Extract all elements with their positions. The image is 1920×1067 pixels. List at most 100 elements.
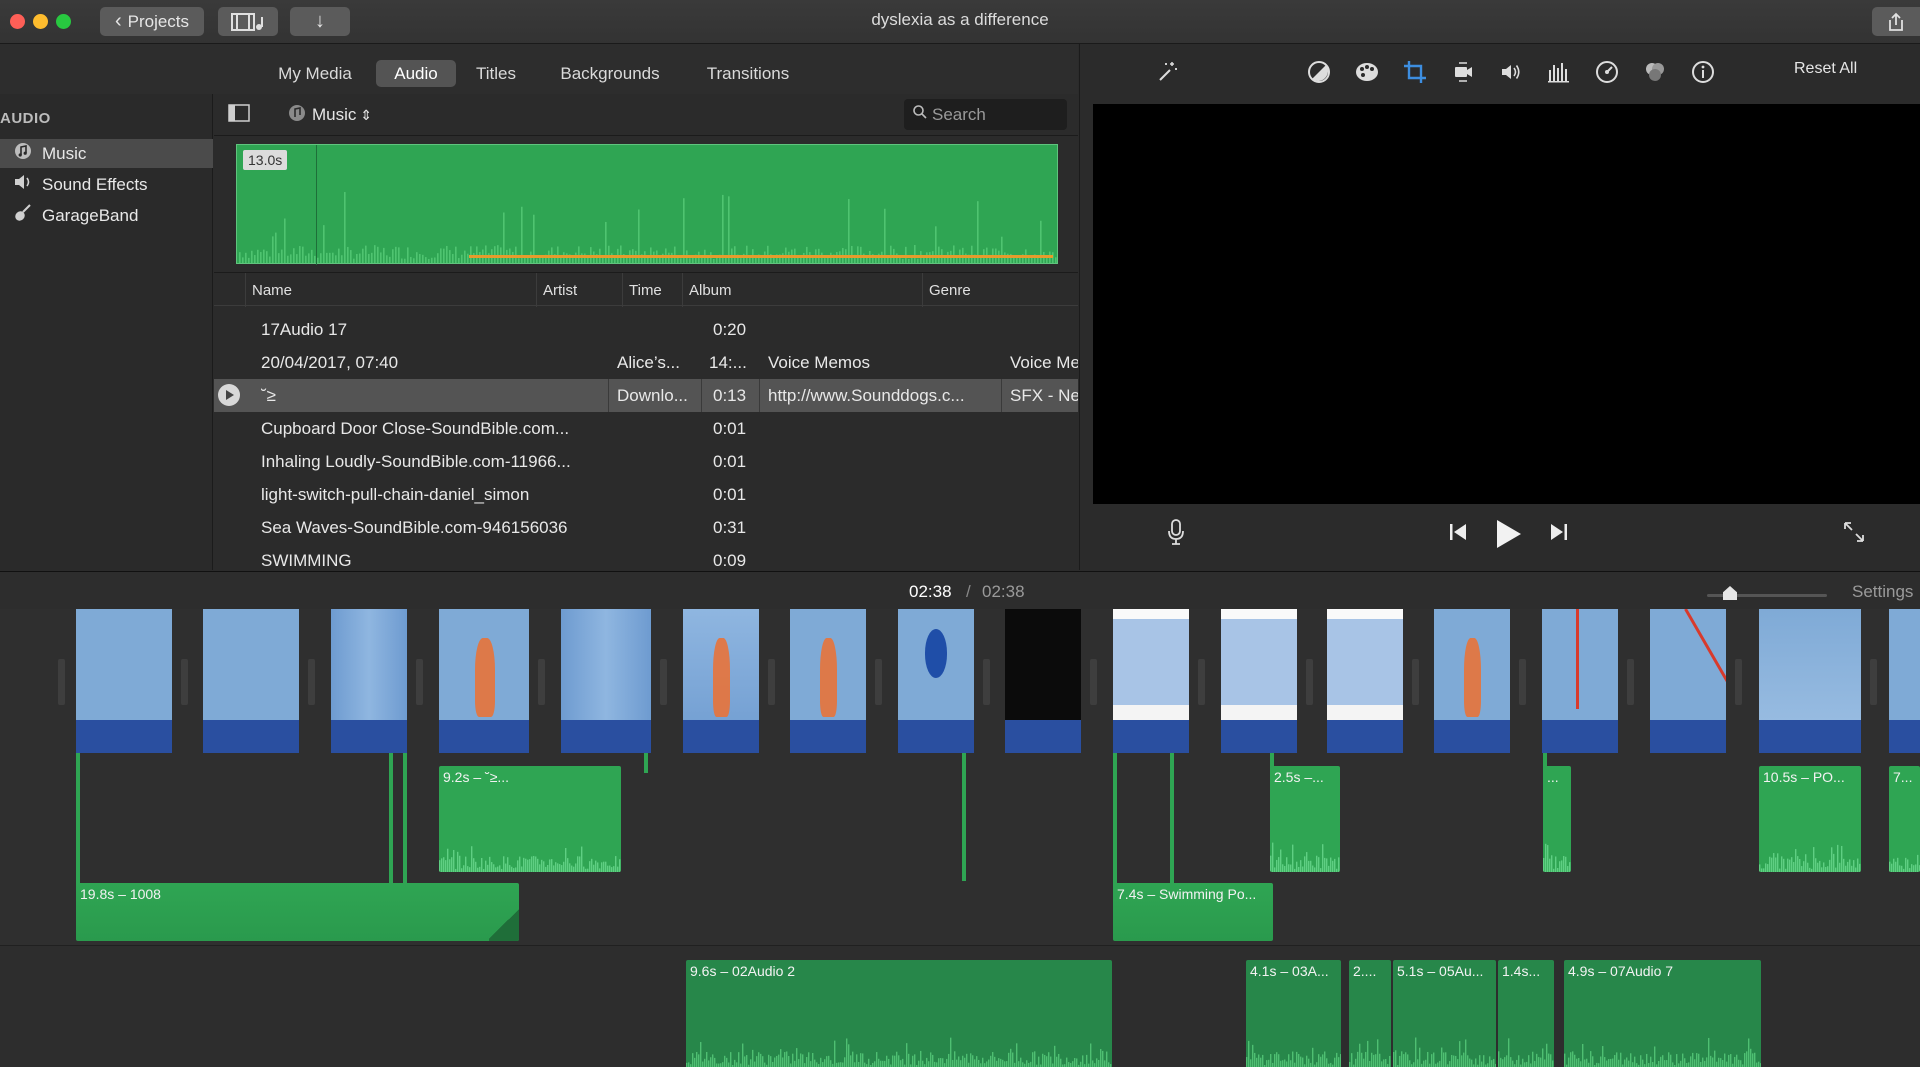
column-artist[interactable]: Artist [536, 273, 622, 307]
video-clip[interactable] [439, 609, 529, 753]
video-clip[interactable] [1650, 609, 1726, 753]
video-clip[interactable] [1221, 609, 1297, 753]
table-row[interactable]: 20/04/2017, 07:40 Alice’s... 14:... Voic… [214, 346, 1078, 379]
fullscreen-icon[interactable] [1840, 518, 1868, 546]
transition-gap[interactable] [1735, 659, 1742, 705]
video-clip[interactable] [898, 609, 974, 753]
close-window-button[interactable] [10, 14, 25, 29]
tab-audio[interactable]: Audio [376, 60, 456, 87]
zoom-window-button[interactable] [56, 14, 71, 29]
sidebar-toggle-button[interactable] [228, 104, 252, 124]
import-button[interactable]: ↓ [290, 7, 350, 36]
video-clip[interactable] [1889, 609, 1920, 753]
audio-clip[interactable]: 2.5s –... [1270, 766, 1340, 872]
video-clip[interactable] [1542, 609, 1618, 753]
transition-gap[interactable] [308, 659, 315, 705]
transition-gap[interactable] [58, 659, 65, 705]
audio-preview-waveform[interactable]: 13.0s [236, 144, 1058, 265]
stabilization-icon[interactable] [1449, 58, 1477, 86]
sidebar-item-sound-effects[interactable]: Sound Effects [0, 170, 213, 199]
audio-clip[interactable]: 10.5s – PO... [1759, 766, 1861, 872]
transition-gap[interactable] [660, 659, 667, 705]
tab-backgrounds[interactable]: Backgrounds [550, 60, 670, 87]
tab-transitions[interactable]: Transitions [696, 60, 800, 87]
minimize-window-button[interactable] [33, 14, 48, 29]
projects-button[interactable]: ‹ Projects [100, 7, 204, 36]
volume-icon[interactable] [1497, 58, 1525, 86]
share-button[interactable] [1872, 7, 1920, 36]
video-clip[interactable] [790, 609, 866, 753]
transition-gap[interactable] [1519, 659, 1526, 705]
video-clip[interactable] [76, 609, 172, 753]
tab-titles[interactable]: Titles [466, 60, 526, 87]
filter-icon[interactable] [1641, 58, 1669, 86]
column-genre[interactable]: Genre [922, 273, 1078, 307]
audio-clip[interactable]: ... [1543, 766, 1571, 872]
transition-gap[interactable] [768, 659, 775, 705]
background-music-clip[interactable]: 5.1s – 05Au... [1393, 960, 1496, 1067]
project-timeline[interactable]: 9.2s – ˘≥... 2.5s –... ... 10.5s – PO...… [0, 609, 1920, 1067]
audio-clip[interactable]: 7... [1889, 766, 1920, 872]
equalizer-icon[interactable] [1545, 58, 1573, 86]
skip-back-icon[interactable] [1444, 518, 1472, 546]
video-clip[interactable] [203, 609, 299, 753]
table-row-selected[interactable]: ˘≥ Downlo... 0:13 http://www.Sounddogs.c… [214, 379, 1078, 412]
video-clip[interactable] [683, 609, 759, 753]
sidebar-item-garageband[interactable]: GarageBand [0, 201, 213, 230]
transition-gap[interactable] [1627, 659, 1634, 705]
transition-gap[interactable] [983, 659, 990, 705]
video-preview[interactable] [1093, 104, 1920, 504]
video-clip[interactable] [1005, 609, 1081, 753]
transition-gap[interactable] [181, 659, 188, 705]
sidebar-item-music[interactable]: Music [0, 139, 213, 168]
play-preview-button[interactable] [218, 384, 240, 406]
transition-gap[interactable] [1870, 659, 1877, 705]
tab-my-media[interactable]: My Media [268, 60, 362, 87]
transition-gap[interactable] [1306, 659, 1313, 705]
column-time[interactable]: Time [622, 273, 682, 307]
table-row[interactable]: Cupboard Door Close-SoundBible.com... 0:… [214, 412, 1078, 445]
video-clip[interactable] [1113, 609, 1189, 753]
background-music-clip[interactable]: 2.... [1349, 960, 1391, 1067]
zoom-slider-knob[interactable] [1723, 586, 1737, 600]
video-clip[interactable] [1327, 609, 1403, 753]
transition-gap[interactable] [1412, 659, 1419, 705]
speed-icon[interactable] [1593, 58, 1621, 86]
table-row[interactable]: light-switch-pull-chain-daniel_simon 0:0… [214, 478, 1078, 511]
media-toggle-button[interactable] [218, 7, 278, 36]
crop-icon[interactable] [1401, 58, 1429, 86]
background-music-clip[interactable]: 4.9s – 07Audio 7 [1564, 960, 1761, 1067]
video-clip[interactable] [561, 609, 651, 753]
table-row[interactable]: 17Audio 17 0:20 [214, 313, 1078, 346]
video-clip[interactable] [1434, 609, 1510, 753]
transition-gap[interactable] [1198, 659, 1205, 705]
voiceover-microphone-icon[interactable] [1162, 518, 1190, 546]
table-row[interactable]: SWIMMING 0:09 [214, 544, 1078, 570]
skip-forward-icon[interactable] [1545, 518, 1573, 546]
column-album[interactable]: Album [682, 273, 922, 307]
table-row[interactable]: Inhaling Loudly-SoundBible.com-11966... … [214, 445, 1078, 478]
search-field[interactable]: Search [904, 99, 1067, 130]
color-balance-icon[interactable] [1305, 58, 1333, 86]
transition-gap[interactable] [1090, 659, 1097, 705]
background-music-clip[interactable]: 4.1s – 03A... [1246, 960, 1341, 1067]
video-clip[interactable] [1759, 609, 1861, 753]
audio-clip[interactable]: 19.8s – 1008 [76, 883, 519, 941]
transition-gap[interactable] [416, 659, 423, 705]
info-icon[interactable] [1689, 58, 1717, 86]
audio-clip[interactable]: 7.4s – Swimming Po... [1113, 883, 1273, 941]
magic-wand-icon[interactable] [1154, 58, 1182, 86]
source-popup[interactable]: Music ⇕ [288, 104, 372, 126]
transition-gap[interactable] [875, 659, 882, 705]
fade-handle[interactable] [489, 907, 519, 941]
audio-clip[interactable]: 9.2s – ˘≥... [439, 766, 621, 872]
transition-gap[interactable] [538, 659, 545, 705]
play-button[interactable] [1490, 518, 1526, 550]
timeline-settings-button[interactable]: Settings [1852, 582, 1913, 602]
reset-all-button[interactable]: Reset All [1794, 60, 1857, 78]
video-clip[interactable] [331, 609, 407, 753]
table-row[interactable]: Sea Waves-SoundBible.com-946156036 0:31 [214, 511, 1078, 544]
background-music-clip[interactable]: 1.4s... [1498, 960, 1554, 1067]
column-name[interactable]: Name [245, 273, 536, 307]
color-correction-icon[interactable] [1353, 58, 1381, 86]
